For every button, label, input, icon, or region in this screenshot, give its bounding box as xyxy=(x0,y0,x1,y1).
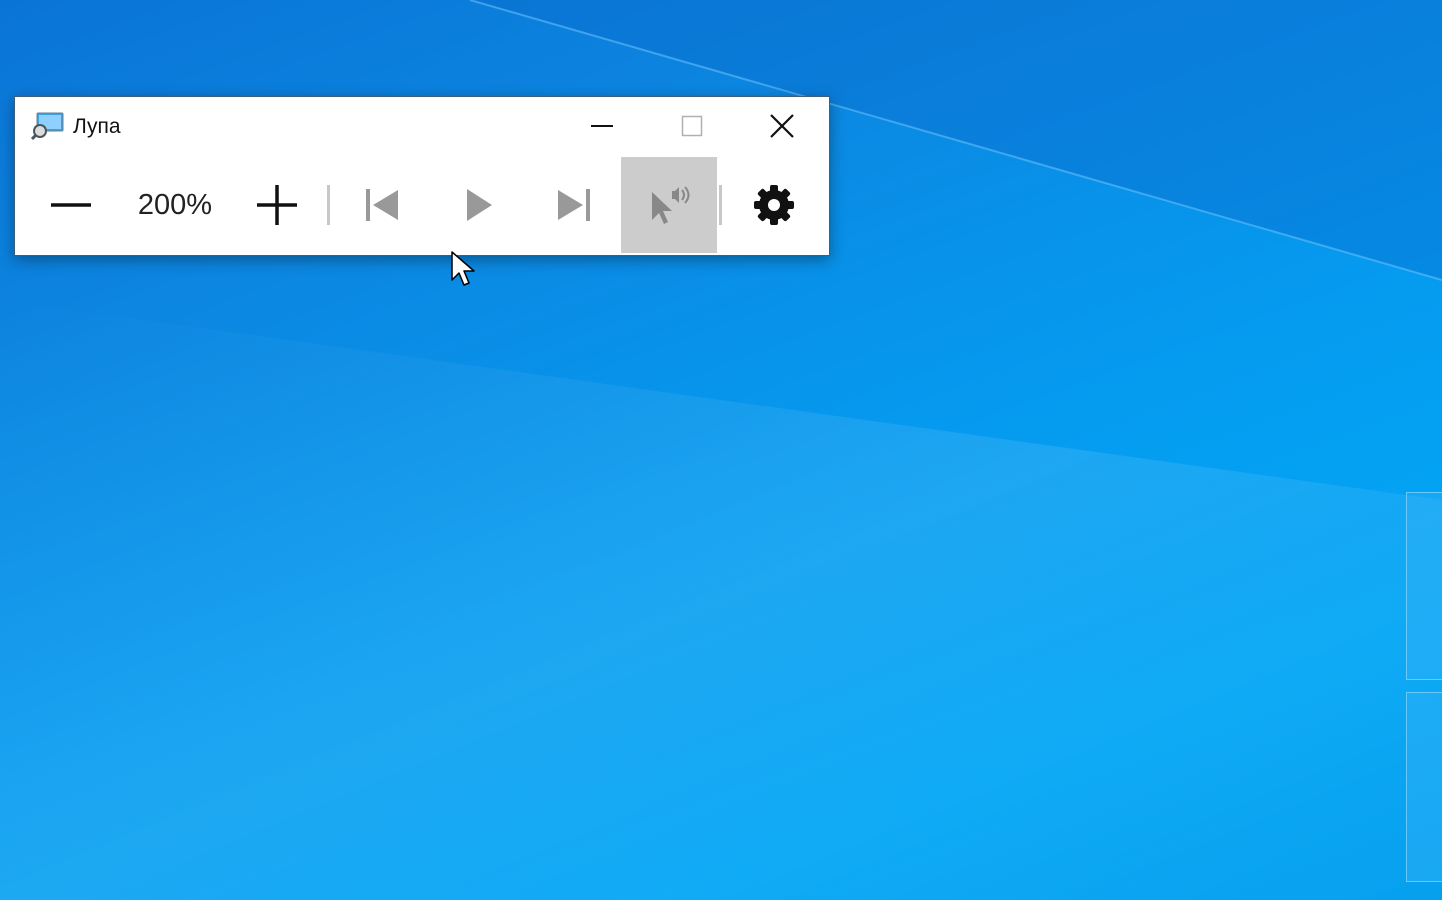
windows-logo-pane-upper xyxy=(1406,492,1442,680)
minimize-icon xyxy=(591,125,613,127)
zoom-level-text: 200% xyxy=(137,188,213,221)
maximize-icon xyxy=(681,115,703,137)
play-icon xyxy=(467,189,492,221)
plus-icon xyxy=(257,185,297,225)
mouse-pointer-icon xyxy=(451,251,475,286)
zoom-in-button[interactable] xyxy=(241,157,313,253)
toolbar-separator xyxy=(327,185,330,225)
minimize-button[interactable] xyxy=(557,97,647,155)
windows-logo-pane-lower xyxy=(1406,692,1442,882)
pointer-speaker-icon xyxy=(652,186,690,224)
magnifier-toolbar: 200% xyxy=(15,157,829,253)
minus-icon xyxy=(51,203,91,207)
zoom-out-button[interactable] xyxy=(35,157,107,253)
magnifier-window: Лупа 200% xyxy=(14,96,830,256)
toolbar-separator xyxy=(719,185,722,225)
settings-button[interactable] xyxy=(737,157,811,253)
maximize-button[interactable] xyxy=(647,97,737,155)
read-from-here-button[interactable] xyxy=(621,157,717,253)
read-next-button[interactable] xyxy=(537,157,611,253)
title-bar[interactable]: Лупа xyxy=(15,97,829,155)
window-title: Лупа xyxy=(73,115,121,138)
read-previous-button[interactable] xyxy=(345,157,419,253)
skip-next-icon xyxy=(558,189,590,221)
play-button[interactable] xyxy=(441,157,515,253)
magnifier-app-icon xyxy=(31,112,64,141)
skip-previous-icon xyxy=(366,189,398,221)
close-icon xyxy=(770,114,794,138)
close-button[interactable] xyxy=(737,97,827,155)
gear-icon xyxy=(754,185,794,225)
